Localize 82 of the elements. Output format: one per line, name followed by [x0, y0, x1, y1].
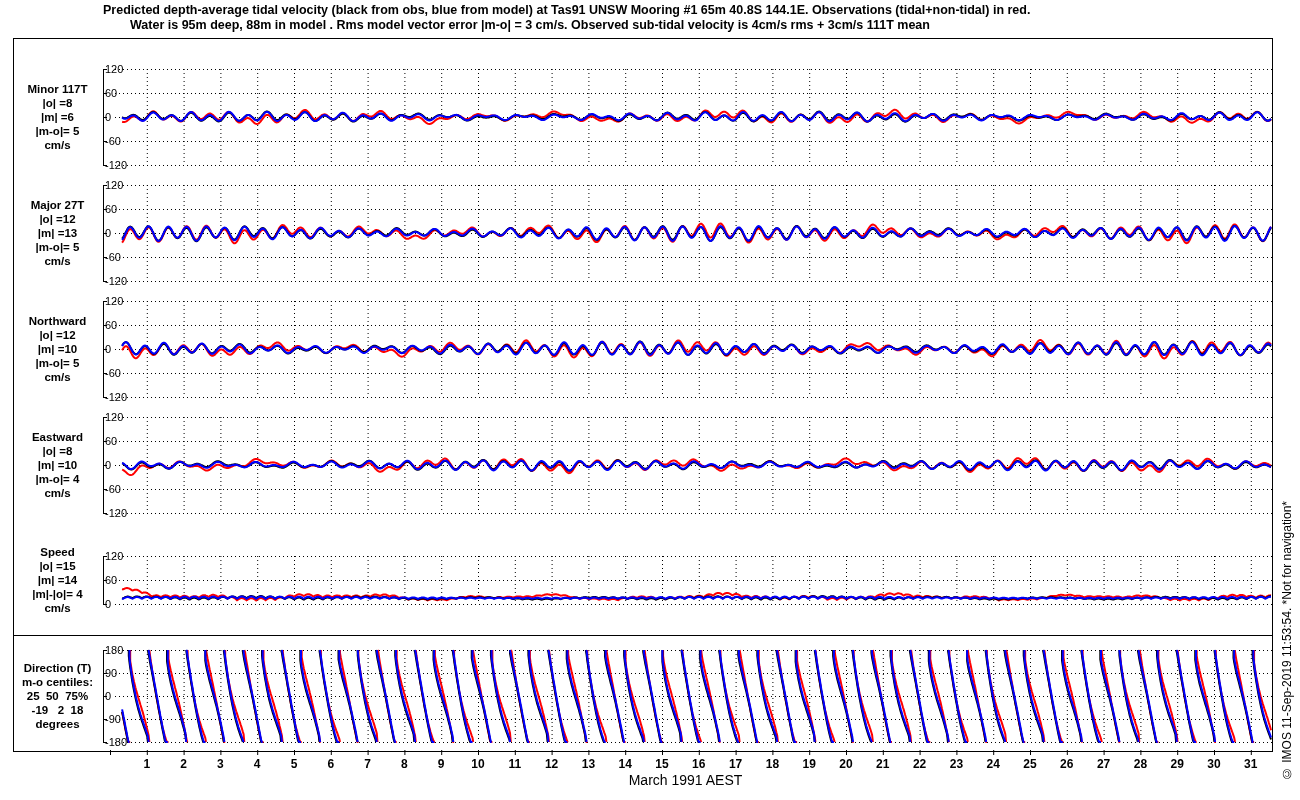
y-tick-label: 60 — [105, 435, 118, 447]
y-tick-label: 120 — [105, 295, 124, 307]
x-tick-label: 13 — [581, 757, 596, 771]
x-tick-label: 15 — [655, 757, 669, 771]
x-tick-label: 4 — [253, 757, 261, 771]
x-tick-label: 30 — [1207, 757, 1221, 771]
chart-title: Water is 95m deep, 88m in model . Rms model vector error |m-o| = 3 cm/s. Observed sub-tidal velocity is 4cm/s rms + 3cm/s 111T mean — [129, 18, 931, 33]
y-tick-label: 120 — [105, 179, 124, 191]
panel-label: |o| =12 — [39, 212, 76, 226]
panel-label: |m| =10 — [37, 458, 78, 472]
x-tick-label: 11 — [508, 757, 522, 771]
panel-label: |m-o|= 4 — [35, 472, 80, 486]
x-tick-label: 17 — [728, 757, 743, 771]
credit-text: © IMOS 11-Sep-2019 11:53:54. *Not for navigation* — [1279, 500, 1294, 780]
panel-label: |o| =8 — [42, 444, 73, 458]
x-tick-label: 29 — [1170, 757, 1184, 771]
y-tick-label: 120 — [105, 411, 124, 423]
panel-label: |m-o|= 5 — [35, 356, 80, 370]
x-tick-label: 10 — [471, 757, 485, 771]
x-tick-label: 5 — [290, 757, 298, 771]
y-tick-label: -120 — [105, 159, 128, 171]
y-tick-label: 60 — [105, 574, 118, 586]
panel-label: |m| =13 — [37, 226, 78, 240]
y-tick-label: 120 — [105, 550, 124, 562]
chart-title: Predicted depth-average tidal velocity (black from obs, blue from model) at Tas91 UNSW Mooring #1 65m 40.8S 144.1E. Observations (tidal+non-tidal) in red. — [103, 3, 1032, 18]
x-tick-label: 3 — [217, 757, 224, 771]
panel-label: |m| =10 — [37, 342, 78, 356]
panel-label: 25 50 75% — [26, 689, 89, 703]
y-tick-label: 60 — [105, 203, 118, 215]
x-tick-label: 31 — [1244, 757, 1258, 771]
x-tick-label: 2 — [180, 757, 187, 771]
y-tick-label: -120 — [105, 275, 128, 287]
panel-label: Speed — [40, 545, 75, 559]
panel-label: cm/s — [44, 601, 71, 615]
x-tick-label: 25 — [1023, 757, 1037, 771]
x-tick-label: 24 — [986, 757, 1000, 771]
panel-label: |m| =14 — [37, 573, 78, 587]
panel-label: -19 2 18 — [31, 703, 84, 717]
panel-label: cm/s — [44, 138, 71, 152]
panel-label: |o| =12 — [39, 328, 76, 342]
x-tick-label: 12 — [544, 757, 559, 771]
x-tick-label: 26 — [1060, 757, 1074, 771]
y-tick-label: 90 — [105, 667, 118, 679]
panel-label: Eastward — [31, 430, 84, 444]
panel-label: |o| =15 — [39, 559, 76, 573]
panel-label: degrees — [35, 717, 80, 731]
y-tick-label: 120 — [105, 63, 124, 75]
x-tick-label: 19 — [802, 757, 816, 771]
panel-label: Direction (T) — [23, 661, 92, 675]
panel-label: cm/s — [44, 254, 71, 268]
panel-label: m-o centiles: — [22, 675, 93, 689]
panel-label: |m|-|o|= 4 — [32, 587, 83, 601]
x-tick-label: 28 — [1133, 757, 1148, 771]
panel-label: Northward — [28, 314, 87, 328]
x-axis-label: March 1991 AEST — [627, 772, 744, 788]
panel-label: cm/s — [44, 370, 71, 384]
y-tick-label: 60 — [105, 87, 118, 99]
panel-label: |m-o|= 5 — [35, 240, 80, 254]
y-tick-label: -180 — [105, 736, 128, 748]
x-tick-label: 23 — [949, 757, 964, 771]
panel-label: cm/s — [44, 486, 71, 500]
x-tick-label: 1 — [143, 757, 151, 771]
x-tick-label: 20 — [839, 757, 853, 771]
y-tick-label: 180 — [105, 644, 124, 656]
panel-label: Major 27T — [30, 198, 85, 212]
x-tick-label: 7 — [364, 757, 371, 771]
x-tick-label: 27 — [1096, 757, 1111, 771]
x-tick-label: 16 — [692, 757, 706, 771]
y-tick-label: -120 — [105, 391, 128, 403]
panel-label: |m| =6 — [41, 110, 74, 124]
x-tick-label: 18 — [765, 757, 780, 771]
x-tick-label: 8 — [401, 757, 408, 771]
x-tick-label: 22 — [912, 757, 927, 771]
x-tick-label: 6 — [327, 757, 335, 771]
y-tick-label: 60 — [105, 319, 118, 331]
x-tick-label: 14 — [618, 757, 632, 771]
panel-label: Minor 117T — [27, 82, 88, 96]
x-tick-label: 9 — [437, 757, 445, 771]
panel-label: |o| =8 — [42, 96, 73, 110]
x-tick-label: 21 — [876, 757, 890, 771]
y-tick-label: -120 — [105, 507, 128, 519]
panel-label: |m-o|= 5 — [35, 124, 80, 138]
